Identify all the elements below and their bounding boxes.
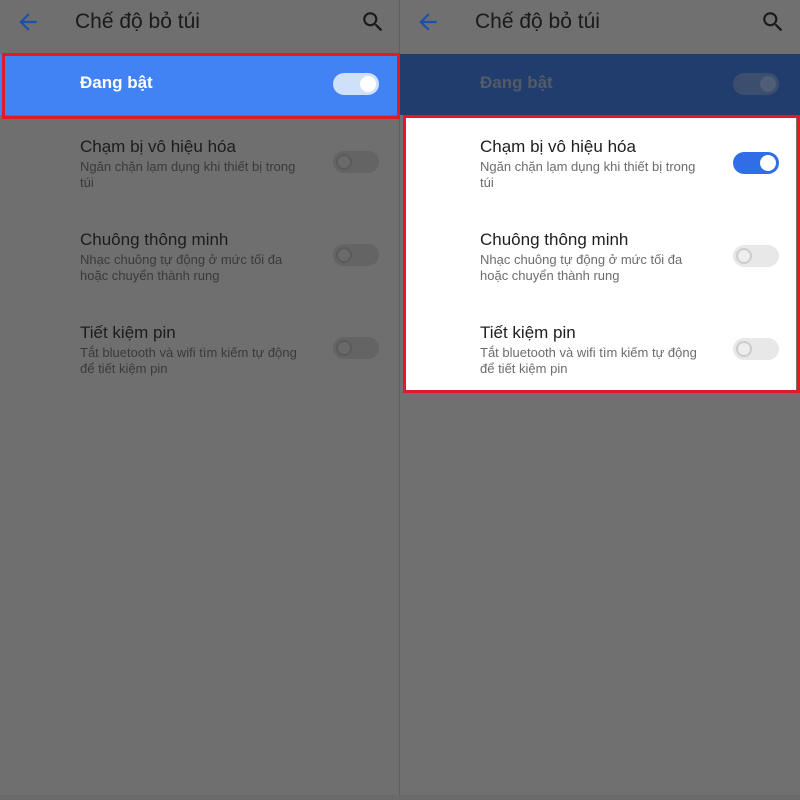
bottom-edge [0,795,800,800]
screen-left: Chế độ bỏ túi Đang bật Chạm bị vô hiệu h… [0,0,400,800]
master-toggle[interactable] [733,73,779,95]
setting-title: Chuông thông minh [80,230,229,249]
setting-title: Chạm bị vô hiệu hóa [80,137,236,156]
settings-list: Chạm bị vô hiệu hóa Ngăn chặn lạm dụng k… [0,115,400,390]
search-icon[interactable] [360,9,386,35]
setting-title: Tiết kiệm pin [80,323,176,342]
toggle-knob [336,154,352,170]
toggle-knob [336,340,352,356]
app-bar: Chế độ bỏ túi [0,0,400,52]
master-switch-label: Đang bật [480,73,553,92]
back-arrow-icon[interactable] [15,9,41,35]
setting-item-touch-disabled[interactable]: Chạm bị vô hiệu hóa Ngăn chặn lạm dụng k… [0,137,400,227]
setting-description: Tắt bluetooth và wifi tìm kiếm tự động đ… [80,345,297,376]
setting-item-battery-saver[interactable]: Tiết kiệm pin Tắt bluetooth và wifi tìm … [0,323,400,413]
search-icon[interactable] [760,9,786,35]
setting-description: Ngăn chặn lạm dụng khi thiết bị trong tú… [80,159,296,190]
toggle-knob [760,76,776,92]
page-title: Chế độ bỏ túi [75,10,200,33]
toggle-knob [336,247,352,263]
battery-saver-toggle[interactable] [333,337,379,359]
back-arrow-icon[interactable] [415,9,441,35]
setting-item-smart-ring[interactable]: Chuông thông minh Nhạc chuông tự động ở … [0,230,400,320]
highlight-box-settings [403,115,800,393]
app-bar: Chế độ bỏ túi [400,0,800,52]
setting-description: Nhạc chuông tự động ở mức tối đa hoặc ch… [80,252,283,283]
touch-disabled-toggle[interactable] [333,151,379,173]
highlight-box-master [2,53,400,119]
master-switch-row[interactable]: Đang bật [400,54,800,115]
smart-ring-toggle[interactable] [333,244,379,266]
page-title: Chế độ bỏ túi [475,10,600,33]
